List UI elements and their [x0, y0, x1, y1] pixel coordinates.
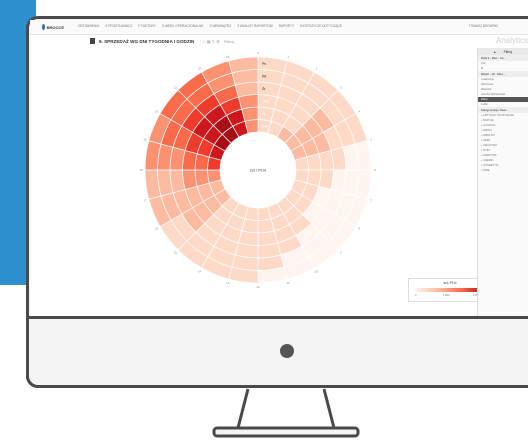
user-name[interactable]: TOMASZ BROWSKI: [469, 24, 498, 28]
filter-option[interactable]: + INNE: [478, 168, 528, 173]
day-label: Czw: [262, 99, 269, 103]
chart-center-label: szt / PLN: [250, 168, 266, 173]
filter-side-panel: ▴ Filtruj Data 9 - Miss : Ca... 9 M M Miast…: [477, 48, 528, 316]
hour-label: 9: [340, 251, 342, 255]
day-label: Pn: [262, 62, 266, 66]
day-label: Wt: [262, 74, 266, 78]
legend-low-label: 0: [415, 294, 417, 297]
hour-label: 8: [359, 227, 361, 231]
heatmap-cell[interactable]: [257, 218, 275, 234]
hour-label: 23: [226, 55, 230, 59]
hour-label: 14: [198, 269, 202, 273]
legend-color-scale: [415, 288, 485, 292]
product-name: Analytics: [495, 36, 528, 45]
monitor-bezel: [26, 316, 528, 388]
hour-label: 13: [226, 281, 230, 285]
power-button: [280, 344, 294, 358]
hour-label: 5: [370, 138, 372, 142]
hour-label: 17: [143, 198, 147, 202]
screen: BROCCE ZESTAWIENIA S PROSTŁUMACZ F FAKTURY…: [30, 20, 528, 316]
legend-mid-label: 1 000: [443, 294, 450, 297]
day-label: Pt: [262, 112, 265, 116]
hour-label: 2: [316, 67, 318, 71]
hour-label: 21: [174, 85, 178, 89]
hour-label: 18: [139, 168, 143, 172]
hour-label: 19: [143, 138, 147, 142]
hour-label: 22: [198, 67, 202, 71]
hour-label: 15: [174, 251, 178, 255]
pin-icon[interactable]: ▴: [494, 50, 496, 54]
day-label: Sob: [262, 124, 268, 128]
hour-label: 4: [359, 110, 361, 114]
hour-label: 20: [155, 110, 159, 114]
hour-label: 12: [256, 285, 260, 289]
hour-label: 11: [287, 281, 290, 285]
side-panel-title: Filtruj: [503, 49, 513, 54]
heatmap-cell[interactable]: [241, 106, 259, 122]
hour-label: 10: [315, 269, 319, 273]
radial-heatmap-chart: SobPtCzwŚrWtPn01234567891011121314151617…: [139, 51, 376, 289]
hour-label: 0: [257, 51, 259, 55]
hour-label: 16: [155, 227, 159, 231]
heatmap-cell[interactable]: [306, 153, 322, 171]
side-panel-header: ▴ Filtruj: [478, 48, 528, 55]
hour-label: 3: [340, 85, 342, 89]
hour-label: 7: [370, 198, 372, 202]
hour-label: 6: [374, 168, 376, 172]
hour-label: 1: [288, 55, 290, 59]
heatmap-cell[interactable]: [194, 169, 210, 187]
